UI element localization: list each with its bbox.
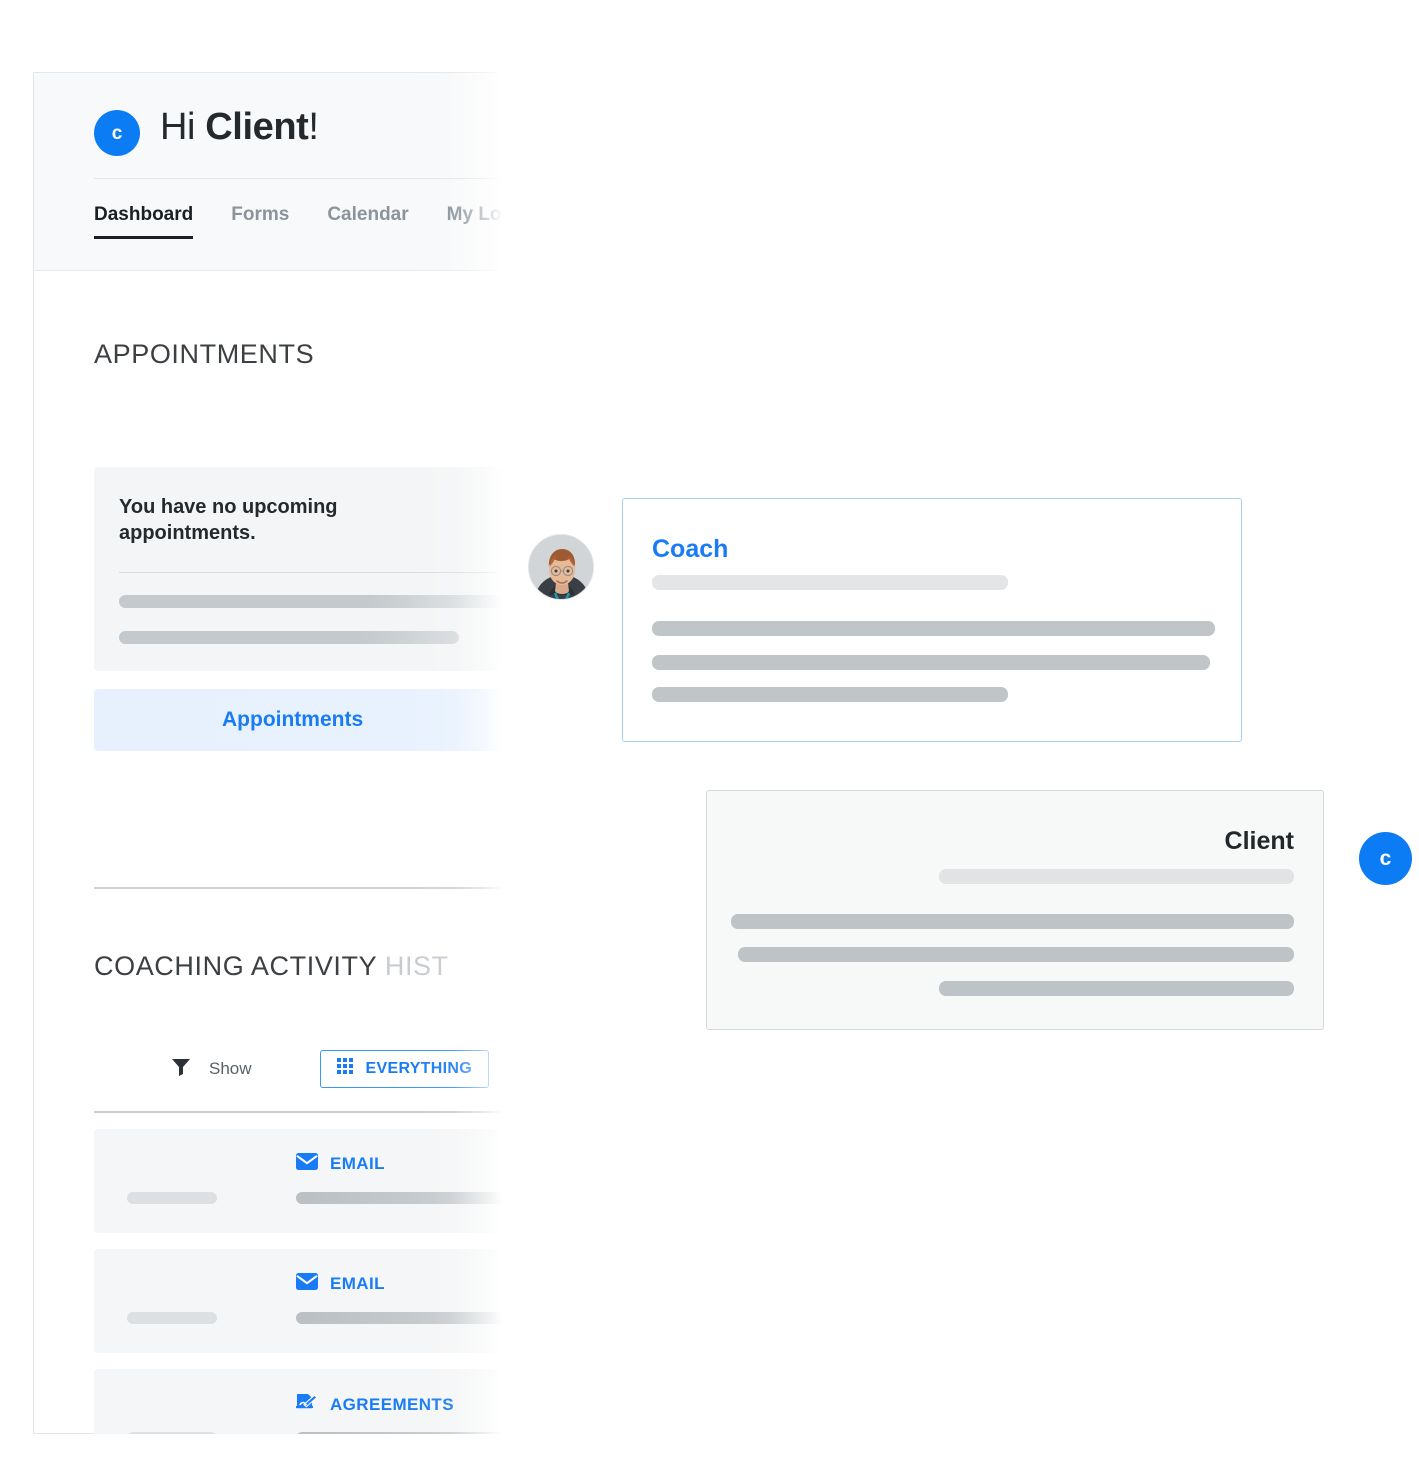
activity-type-label: EMAIL xyxy=(330,1274,385,1293)
skeleton-bar xyxy=(296,1192,503,1204)
user-initial-avatar[interactable]: c xyxy=(1359,832,1412,885)
tab-dashboard-label: Dashboard xyxy=(94,204,194,225)
filter-show-label: Show xyxy=(209,1059,252,1078)
greeting-name: Client xyxy=(205,106,309,148)
skeleton-bar xyxy=(652,575,1008,590)
activity-filter-row: Show EVERYTHING xyxy=(94,1041,503,1097)
activity-title-strong: COACHING ACTIVITY xyxy=(94,951,385,981)
skeleton-bar xyxy=(652,621,1215,636)
table-row[interactable]: EMAIL xyxy=(94,1129,503,1233)
avatar-initial: c xyxy=(111,122,123,144)
coach-message-title: Coach xyxy=(652,535,729,563)
activity-type: EMAIL xyxy=(296,1153,385,1175)
section-divider xyxy=(94,887,503,889)
dashboard-panel-clip: c Hi Client! Dashboard Forms Calendar My… xyxy=(33,72,503,1434)
client-message-title: Client xyxy=(1224,827,1294,855)
appointments-section-title: APPOINTMENTS xyxy=(94,339,315,369)
table-row[interactable]: AGREEMENTS xyxy=(94,1369,503,1434)
main-tabs: Dashboard Forms Calendar My Lo xyxy=(94,204,503,239)
tab-calendar-label: Calendar xyxy=(327,204,409,225)
dashboard-panel: c Hi Client! Dashboard Forms Calendar My… xyxy=(33,72,503,1434)
envelope-icon xyxy=(296,1273,318,1295)
tab-calendar[interactable]: Calendar xyxy=(327,204,408,239)
activity-type-label: EMAIL xyxy=(330,1154,385,1173)
header-divider xyxy=(94,178,503,179)
appointments-empty-card: You have no upcoming appointments. xyxy=(94,467,503,671)
activity-type: AGREEMENTS xyxy=(295,1393,454,1417)
appointments-empty-message: You have no upcoming appointments. xyxy=(119,496,338,545)
tab-my-logs[interactable]: My Lo xyxy=(447,204,502,239)
funnel-filter-icon xyxy=(170,1056,192,1083)
table-row[interactable]: EMAIL xyxy=(94,1249,503,1353)
tab-dashboard[interactable]: Dashboard xyxy=(94,204,194,239)
greeting-prefix: Hi xyxy=(160,106,206,148)
coach-message-card[interactable]: Coach xyxy=(622,498,1242,742)
coach-photo-avatar xyxy=(528,534,594,600)
greeting-suffix: ! xyxy=(308,106,319,148)
panel-header: c Hi Client! Dashboard Forms Calendar My… xyxy=(34,73,503,271)
skeleton-bar xyxy=(119,631,459,644)
grid-3x3-icon xyxy=(336,1058,354,1080)
filter-chip-everything[interactable]: EVERYTHING xyxy=(319,1050,489,1088)
tab-forms-label: Forms xyxy=(231,204,290,225)
screenshot-root: c Hi Client! Dashboard Forms Calendar My… xyxy=(0,0,1419,1458)
envelope-icon xyxy=(296,1153,318,1175)
skeleton-bar xyxy=(652,687,1008,702)
tab-forms[interactable]: Forms xyxy=(231,204,289,239)
skeleton-bar xyxy=(939,869,1294,884)
appointments-button-label: Appointments xyxy=(222,708,364,731)
page-title: Hi Client! xyxy=(160,106,319,149)
activity-section-title: COACHING ACTIVITY HIST xyxy=(94,951,449,982)
skeleton-bar xyxy=(127,1312,217,1324)
tab-my-logs-label: My Lo xyxy=(446,204,502,225)
skeleton-bar xyxy=(731,914,1294,929)
user-initial-avatar[interactable]: c xyxy=(94,110,140,156)
skeleton-bar xyxy=(127,1192,217,1204)
filter-chip-everything-label: EVERYTHING xyxy=(365,1060,472,1077)
activity-title-dim: HIST xyxy=(384,951,449,981)
skeleton-bar xyxy=(738,947,1294,962)
skeleton-bar xyxy=(296,1312,503,1324)
appointments-card-divider xyxy=(119,572,503,573)
skeleton-bar xyxy=(119,595,503,608)
client-message-card[interactable]: Client xyxy=(706,790,1324,1030)
filter-divider xyxy=(94,1111,503,1113)
skeleton-bar xyxy=(127,1432,217,1434)
avatar-initial: c xyxy=(1379,847,1392,870)
skeleton-bar xyxy=(296,1432,503,1434)
skeleton-bar xyxy=(652,655,1210,670)
activity-type: EMAIL xyxy=(296,1273,385,1295)
activity-type-label: AGREEMENTS xyxy=(330,1395,454,1414)
signed-document-icon xyxy=(295,1393,318,1417)
appointments-button[interactable]: Appointments xyxy=(94,689,503,751)
skeleton-bar xyxy=(939,981,1294,996)
